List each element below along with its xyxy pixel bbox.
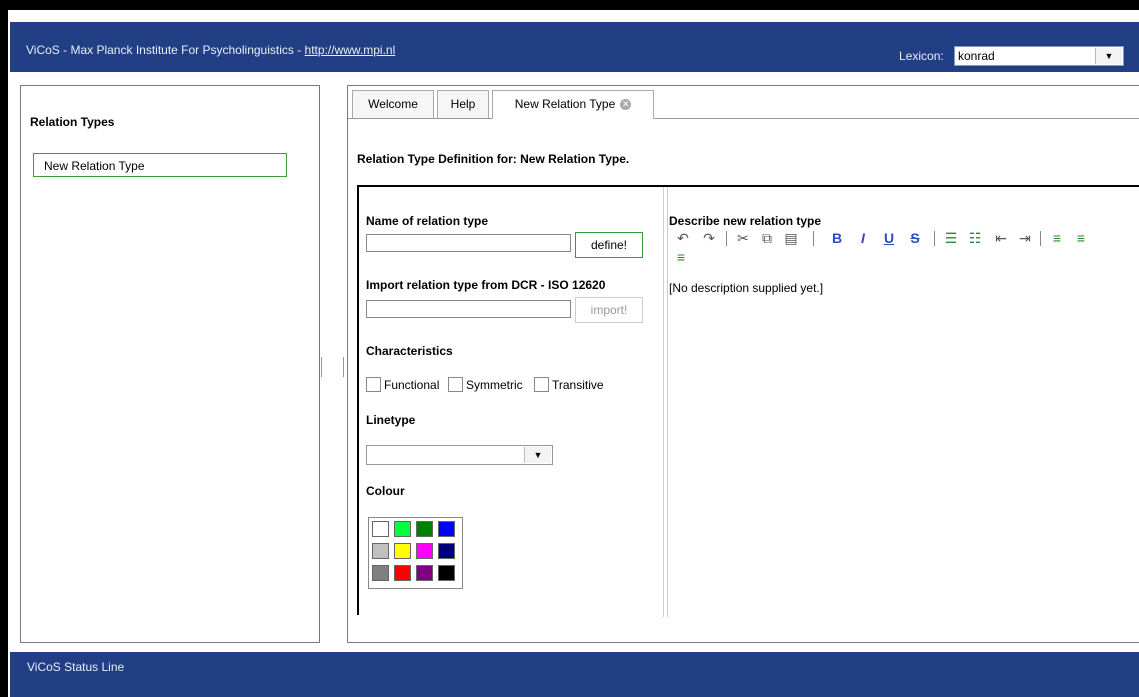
redo-icon[interactable]: ↷ bbox=[700, 229, 718, 247]
chevron-down-icon[interactable]: ▼ bbox=[524, 447, 551, 463]
align-left-icon[interactable]: ≡ bbox=[1048, 229, 1066, 247]
linetype-label: Linetype bbox=[366, 413, 416, 427]
italic-icon[interactable]: I bbox=[854, 229, 872, 247]
tab-welcome-label: Welcome bbox=[368, 97, 418, 111]
ordered-list-icon[interactable]: ☰ bbox=[942, 229, 960, 247]
toolbar-separator bbox=[934, 231, 935, 246]
main-panel: Welcome Help New Relation Type ✕ Relation… bbox=[347, 85, 1139, 643]
colour-swatch[interactable] bbox=[416, 565, 433, 581]
splitter-handle[interactable] bbox=[321, 357, 322, 377]
bold-icon[interactable]: B bbox=[828, 229, 846, 247]
colour-swatch[interactable] bbox=[438, 565, 455, 581]
import-input[interactable] bbox=[366, 300, 571, 318]
tab-new-relation-type-label: New Relation Type bbox=[514, 97, 616, 111]
description-content[interactable]: [No description supplied yet.] bbox=[669, 281, 823, 295]
colour-swatch[interactable] bbox=[372, 521, 389, 537]
import-button[interactable]: import! bbox=[575, 297, 643, 323]
lexicon-value: konrad bbox=[958, 49, 995, 63]
linetype-select[interactable]: ▼ bbox=[366, 445, 553, 465]
functional-checkbox[interactable] bbox=[366, 377, 381, 392]
colour-swatch[interactable] bbox=[394, 521, 411, 537]
close-icon[interactable]: ✕ bbox=[620, 99, 632, 110]
definition-title: Relation Type Definition for: New Relati… bbox=[357, 152, 630, 166]
cut-icon[interactable]: ✂ bbox=[734, 229, 752, 247]
editor-toolbar: ↶ ↷ ✂ ⧉ ▤ B I U S ☰ ☷ ⇤ ⇥ ≡ ≡ ≡ bbox=[668, 229, 1139, 267]
splitter-handle-right[interactable] bbox=[343, 357, 344, 377]
relation-types-title: Relation Types bbox=[30, 115, 115, 129]
toolbar-separator bbox=[1040, 231, 1041, 246]
tab-help-label: Help bbox=[450, 97, 476, 111]
app-header: ViCoS - Max Planck Institute For Psychol… bbox=[10, 22, 1139, 72]
chevron-down-icon[interactable]: ▼ bbox=[1095, 48, 1122, 64]
definition-fields: Name of relation type define! Import rel… bbox=[359, 187, 659, 617]
colour-swatch[interactable] bbox=[372, 543, 389, 559]
transitive-label: Transitive bbox=[552, 378, 604, 392]
characteristics-label: Characteristics bbox=[366, 344, 453, 358]
lexicon-label: Lexicon: bbox=[899, 49, 944, 63]
colour-swatch[interactable] bbox=[438, 521, 455, 537]
colour-swatch[interactable] bbox=[416, 543, 433, 559]
name-label: Name of relation type bbox=[366, 214, 489, 228]
status-bar: ViCoS Status Line bbox=[10, 652, 1139, 697]
column-divider bbox=[663, 187, 664, 617]
symmetric-checkbox[interactable] bbox=[448, 377, 463, 392]
paste-icon[interactable]: ▤ bbox=[782, 229, 800, 247]
transitive-checkbox[interactable] bbox=[534, 377, 549, 392]
status-text: ViCoS Status Line bbox=[27, 660, 125, 674]
colour-swatch[interactable] bbox=[394, 565, 411, 581]
symmetric-label: Symmetric bbox=[466, 378, 523, 392]
strikethrough-icon[interactable]: S bbox=[906, 229, 924, 247]
tab-new-relation-type[interactable]: New Relation Type ✕ bbox=[492, 90, 654, 119]
colour-swatch[interactable] bbox=[438, 543, 455, 559]
description-editor: Describe new relation type ↶ ↷ ✂ ⧉ ▤ B I… bbox=[668, 187, 1139, 617]
define-button[interactable]: define! bbox=[575, 232, 643, 258]
unordered-list-icon[interactable]: ☷ bbox=[966, 229, 984, 247]
tab-bar: Welcome Help New Relation Type ✕ bbox=[348, 86, 1139, 119]
colour-swatch[interactable] bbox=[372, 565, 389, 581]
functional-label: Functional bbox=[384, 378, 440, 392]
align-center-icon[interactable]: ≡ bbox=[1072, 229, 1090, 247]
relation-types-panel: Relation Types New Relation Type bbox=[20, 85, 320, 643]
align-right-icon[interactable]: ≡ bbox=[672, 248, 690, 266]
underline-icon[interactable]: U bbox=[880, 229, 898, 247]
import-label: Import relation type from DCR - ISO 1262… bbox=[366, 278, 606, 292]
definition-form: Name of relation type define! Import rel… bbox=[357, 185, 1139, 617]
mpi-link[interactable]: http://www.mpi.nl bbox=[305, 43, 396, 57]
editor-title: Describe new relation type bbox=[669, 214, 822, 228]
toolbar-separator bbox=[726, 231, 727, 246]
colour-palette bbox=[368, 517, 463, 589]
copy-icon[interactable]: ⧉ bbox=[758, 229, 776, 247]
relation-type-item[interactable]: New Relation Type bbox=[33, 153, 287, 177]
outdent-icon[interactable]: ⇤ bbox=[992, 229, 1010, 247]
toolbar-separator bbox=[813, 231, 814, 246]
lexicon-select[interactable]: konrad ▼ bbox=[954, 46, 1124, 66]
name-input[interactable] bbox=[366, 234, 571, 252]
colour-swatch[interactable] bbox=[394, 543, 411, 559]
app-title-text: ViCoS - Max Planck Institute For Psychol… bbox=[26, 43, 305, 57]
colour-label: Colour bbox=[366, 484, 405, 498]
undo-icon[interactable]: ↶ bbox=[674, 229, 692, 247]
colour-swatch[interactable] bbox=[416, 521, 433, 537]
tab-welcome[interactable]: Welcome bbox=[352, 90, 434, 118]
tab-help[interactable]: Help bbox=[437, 90, 489, 118]
app-title: ViCoS - Max Planck Institute For Psychol… bbox=[26, 43, 395, 57]
indent-icon[interactable]: ⇥ bbox=[1016, 229, 1034, 247]
